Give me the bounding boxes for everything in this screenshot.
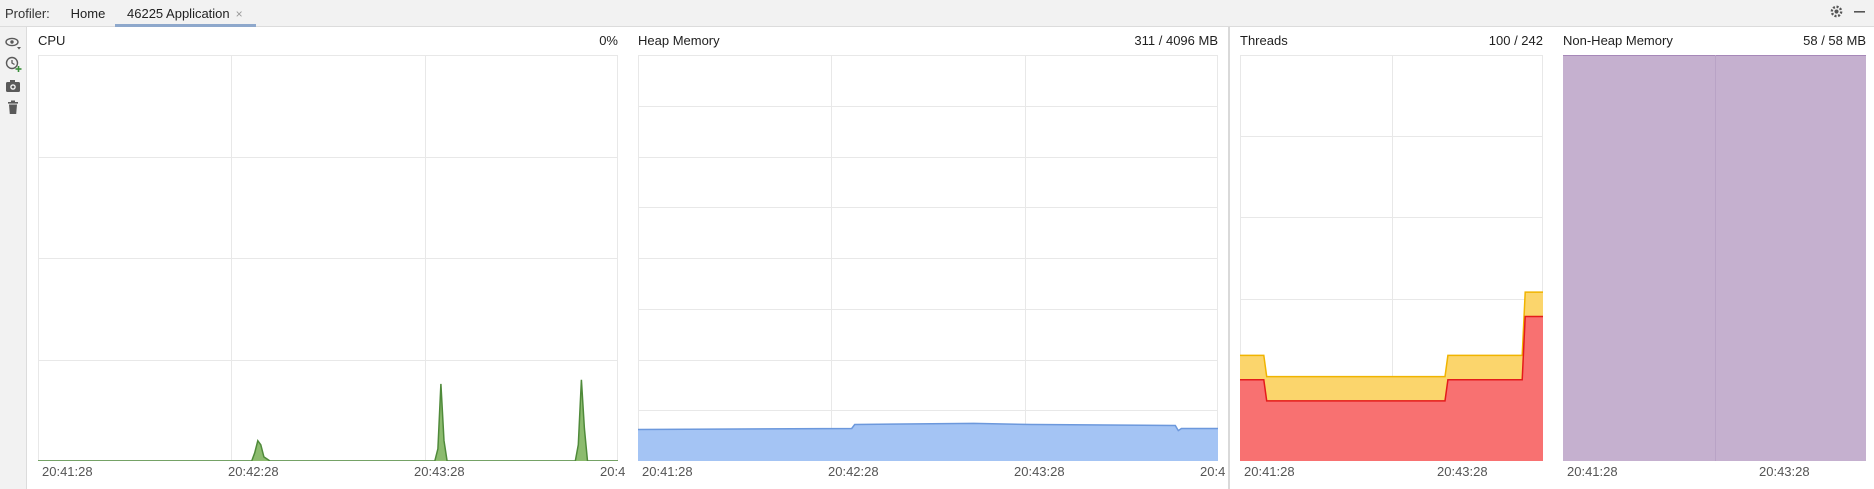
threads-panel: Threads 100 / 242 20:41:28 20:43:28: [1240, 27, 1543, 489]
threads-chart[interactable]: [1240, 55, 1543, 461]
profiler-label: Profiler:: [5, 6, 50, 21]
close-tab-icon[interactable]: ×: [236, 7, 243, 21]
heap-tick: 20:42:28: [828, 464, 879, 479]
profiler-header: Profiler: Home 46225 Application ×: [0, 0, 1874, 27]
tab-application[interactable]: 46225 Application ×: [115, 0, 256, 27]
cpu-tick: 20:42:28: [228, 464, 279, 479]
heap-title: Heap Memory: [638, 33, 720, 48]
tab-application-label: 46225 Application: [127, 6, 230, 21]
tab-home[interactable]: Home: [60, 0, 116, 27]
trash-icon[interactable]: [5, 99, 22, 116]
nonheap-chart[interactable]: [1563, 55, 1866, 461]
cpu-tick: 20:43:28: [414, 464, 465, 479]
profiler-toolbar: [0, 27, 27, 489]
nonheap-panel: Non-Heap Memory 58 / 58 MB 20:41:28 20:4…: [1563, 27, 1866, 489]
cpu-title: CPU: [38, 33, 66, 48]
threads-value: 100 / 242: [1488, 33, 1543, 48]
add-profile-icon[interactable]: [5, 56, 22, 73]
tab-home-label: Home: [70, 6, 106, 21]
heap-panel: Heap Memory 311 / 4096 MB 20:41:28 20:42…: [638, 27, 1225, 489]
threads-title: Threads: [1240, 33, 1288, 48]
nonheap-tick: 20:41:28: [1567, 464, 1618, 479]
cpu-tick: 20:4: [600, 464, 626, 479]
cpu-panel: CPU 0% 20:41:28 20:42:28 20:43:28 20:4: [38, 27, 625, 489]
camera-snapshot-icon[interactable]: [5, 78, 22, 95]
nonheap-series-area: [1563, 55, 1866, 461]
eye-dropdown-icon[interactable]: [5, 34, 22, 51]
heap-tick: 20:43:28: [1014, 464, 1065, 479]
minimize-icon[interactable]: [1853, 4, 1866, 23]
nonheap-tick: 20:43:28: [1759, 464, 1810, 479]
heap-chart[interactable]: [638, 55, 1218, 461]
heap-tick: 20:4: [1200, 464, 1226, 479]
cpu-series-line: [38, 379, 618, 461]
gear-icon[interactable]: [1829, 4, 1844, 23]
nonheap-title: Non-Heap Memory: [1563, 33, 1673, 48]
panel-divider[interactable]: [1228, 27, 1230, 489]
nonheap-value: 58 / 58 MB: [1803, 33, 1866, 48]
heap-tick: 20:41:28: [642, 464, 693, 479]
cpu-series-area: [38, 379, 618, 461]
threads-tick: 20:41:28: [1244, 464, 1295, 479]
cpu-tick: 20:41:28: [42, 464, 93, 479]
threads-tick: 20:43:28: [1437, 464, 1488, 479]
cpu-value: 0%: [599, 33, 618, 48]
heap-value: 311 / 4096 MB: [1134, 33, 1218, 48]
cpu-chart[interactable]: [38, 55, 618, 461]
